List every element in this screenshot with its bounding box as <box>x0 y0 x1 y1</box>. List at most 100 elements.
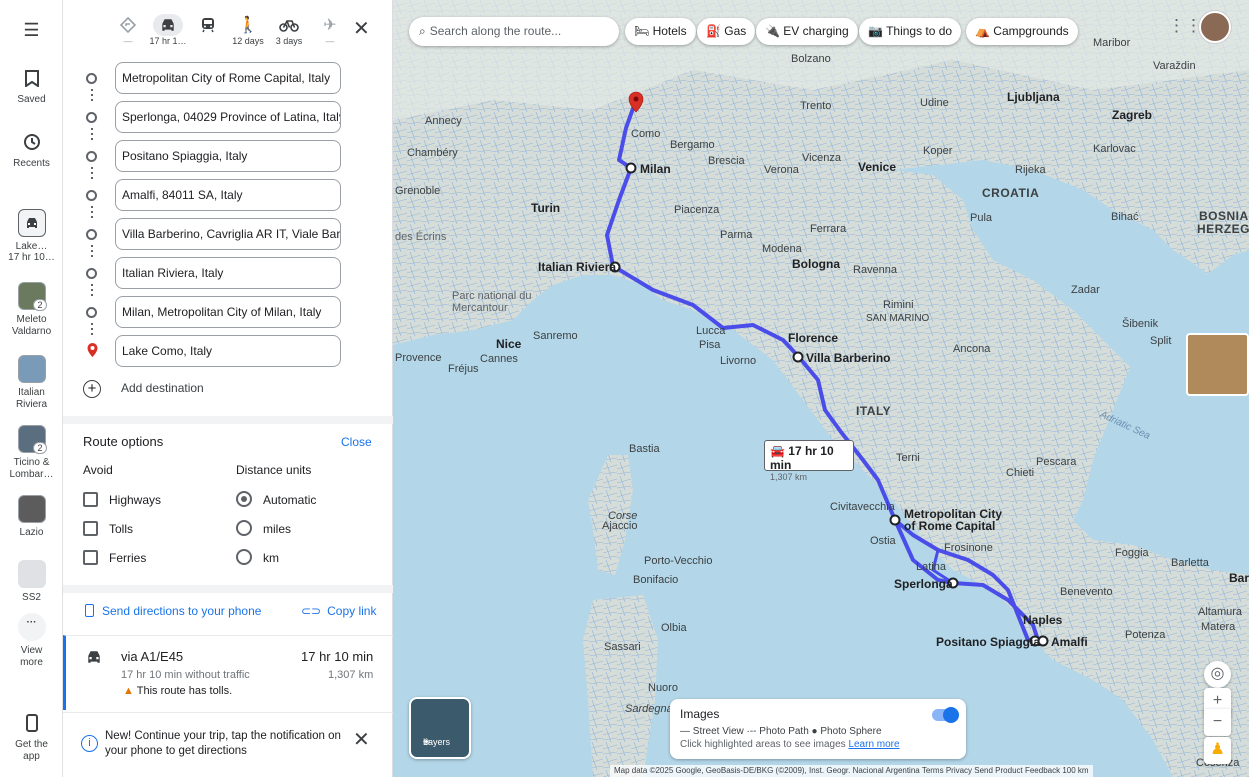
chip-ev-charging[interactable]: 🔌 EV charging <box>756 18 858 45</box>
mode-best-label: — <box>123 36 133 46</box>
place-label: Meleto Valdarno <box>11 314 52 337</box>
map-label-pula: Pula <box>970 212 993 224</box>
send-to-phone-button[interactable]: Send directions to your phone <box>85 604 261 618</box>
map-label-benevento: Benevento <box>1060 586 1113 598</box>
mode-drive[interactable]: 17 hr 1… <box>146 14 190 46</box>
chip-campgrounds-label: Campgrounds <box>993 24 1069 38</box>
close-icon: ✕ <box>353 729 370 751</box>
route-options-close-button[interactable]: Close <box>341 435 372 449</box>
mode-flight[interactable]: ✈ — <box>308 14 352 46</box>
map-label-sanremo: Sanremo <box>533 330 578 342</box>
avoid-highways-checkbox[interactable] <box>83 492 98 507</box>
map-label-ancona: Ancona <box>953 343 991 355</box>
layers-button[interactable]: ◈ Layers <box>409 697 471 759</box>
map-label-split: Split <box>1150 335 1172 347</box>
place-thumbnail <box>17 560 46 588</box>
zoom-out-button[interactable]: − <box>1204 709 1231 736</box>
chip-ev-label: EV charging <box>783 24 849 38</box>
saved-button[interactable]: Saved <box>0 66 63 105</box>
camera-icon: 📷 <box>868 24 887 38</box>
mode-transit[interactable] <box>186 14 230 36</box>
map-label-sperlonga: Sperlonga <box>894 577 953 591</box>
stop-input-6[interactable]: Italian Riviera, Italy <box>115 257 341 289</box>
recents-button[interactable]: Recents <box>0 130 63 169</box>
stop-input-2[interactable]: Sperlonga, 04029 Province of Latina, Ita… <box>115 101 341 133</box>
add-destination-button[interactable]: Add destination <box>121 381 204 395</box>
stop-input-7[interactable]: Milan, Metropolitan City of Milan, Italy <box>115 296 341 328</box>
map-label-venice: Venice <box>858 160 897 174</box>
map-label-vicenza: Vicenza <box>802 152 841 164</box>
my-location-button[interactable]: ◎ <box>1204 661 1231 688</box>
stop-input-destination[interactable]: Lake Como, Italy <box>115 335 341 367</box>
chip-things-to-do[interactable]: 📷 Things to do <box>859 18 962 45</box>
trip-label: Lake… <box>15 241 48 252</box>
pegman-button[interactable]: ♟ <box>1204 737 1231 764</box>
map-label-latina: Latina <box>916 561 946 573</box>
map-attribution: Map data ©2025 Google, GeoBasis-DE/BKG (… <box>610 765 1093 777</box>
get-app-label: Get the app <box>15 739 48 762</box>
map-label-bergamo: Bergamo <box>670 139 715 151</box>
stop-input-1[interactable]: Metropolitan City of Rome Capital, Italy <box>115 62 341 94</box>
recents-label: Recents <box>13 158 50 169</box>
close-directions-button[interactable]: ✕ <box>353 16 370 41</box>
chip-gas[interactable]: ⛽ Gas <box>697 18 756 45</box>
dismiss-notice-button[interactable]: ✕ <box>353 727 370 752</box>
map-label-cannes: Cannes <box>480 353 518 365</box>
recent-place-meleto[interactable]: 2 Meleto Valdarno <box>0 282 63 338</box>
images-toggle[interactable] <box>932 707 959 723</box>
map-label-bolzano: Bolzano <box>791 53 831 65</box>
map-label-piacenza: Piacenza <box>674 204 720 216</box>
copy-link-button[interactable]: ⊂⊃ Copy link <box>301 604 376 618</box>
stop-input-5[interactable]: Villa Barberino, Cavriglia AR IT, Viale … <box>115 218 341 250</box>
menu-button[interactable]: ☰ <box>0 18 63 46</box>
stop-input-4[interactable]: Amalfi, 84011 SA, Italy <box>115 179 341 211</box>
avoid-ferries-checkbox[interactable] <box>83 550 98 565</box>
mode-walk[interactable]: 🚶 12 days <box>226 14 270 46</box>
place-thumbnail: 2 <box>17 425 47 454</box>
callout-distance: 1,307 km <box>770 472 808 482</box>
map-label-foggia: Foggia <box>1115 547 1149 559</box>
account-avatar[interactable] <box>1199 11 1231 43</box>
left-rail: ☰ Saved Recents Lake… 17 hr 10… 2 Meleto… <box>0 0 63 777</box>
route-time-callout[interactable]: 🚘 17 hr 10 min 1,307 km <box>764 440 854 482</box>
stop-marker-barberino <box>792 351 804 363</box>
recent-place-riviera[interactable]: Italian Riviera <box>0 355 63 411</box>
units-miles-label: miles <box>263 522 292 536</box>
chip-hotels[interactable]: 🛏 Hotels <box>625 18 696 45</box>
mode-best[interactable]: — <box>106 14 150 46</box>
map-label-ferrara: Ferrara <box>810 223 847 235</box>
search-along-route-input[interactable]: ⌕ Search along the route... <box>409 17 619 46</box>
recent-place-lazio[interactable]: Lazio <box>0 495 63 538</box>
history-icon <box>20 130 44 154</box>
stop-input-3[interactable]: Positano Spiaggia, Italy <box>115 140 341 172</box>
travel-modes: — 17 hr 1… 🚶 12 days 3 days ✈ — ✕ <box>63 0 393 55</box>
mode-bike[interactable]: 3 days <box>267 14 311 46</box>
learn-more-link[interactable]: Learn more <box>848 739 899 750</box>
place-label: Italian Riviera <box>15 387 48 410</box>
route-option-card[interactable]: via A1/E45 17 hr 10 min 17 hr 10 min wit… <box>63 635 393 710</box>
map-canvas[interactable]: Milan Como Bergamo Brescia Verona Vicenz… <box>393 0 1249 777</box>
units-miles-radio[interactable] <box>236 520 252 536</box>
recent-place-ticino[interactable]: 2 Ticino & Lombar… <box>0 425 63 481</box>
map-label-ljubljana: Ljubljana <box>1007 90 1060 104</box>
map-label-nuoro: Nuoro <box>648 682 678 694</box>
get-app-button[interactable]: Get the app <box>0 711 63 763</box>
view-more-button[interactable]: ··· View more <box>0 613 63 669</box>
more-icon: ··· <box>17 613 46 641</box>
mode-bike-label: 3 days <box>275 36 303 46</box>
search-icon: ⌕ <box>419 24 426 38</box>
recent-place-ss2[interactable]: SS2 <box>0 560 63 603</box>
units-automatic-radio[interactable] <box>236 491 252 507</box>
pegman-icon: ♟ <box>1210 741 1225 758</box>
recent-trip-item[interactable]: Lake… 17 hr 10… <box>0 209 63 263</box>
avoid-tolls-checkbox[interactable] <box>83 521 98 536</box>
street-view-thumbnail[interactable] <box>1186 333 1249 396</box>
copy-link-label: Copy link <box>327 604 377 618</box>
units-km-radio[interactable] <box>236 549 252 565</box>
map-label-frejus: Fréjus <box>448 363 479 375</box>
bike-icon <box>267 14 311 36</box>
map-label-maribor: Maribor <box>1093 37 1131 49</box>
map-label-varazdin: Varaždin <box>1153 60 1196 72</box>
chip-campgrounds[interactable]: ⛺ Campgrounds <box>966 18 1078 45</box>
map-label-lucca: Lucca <box>696 325 726 337</box>
